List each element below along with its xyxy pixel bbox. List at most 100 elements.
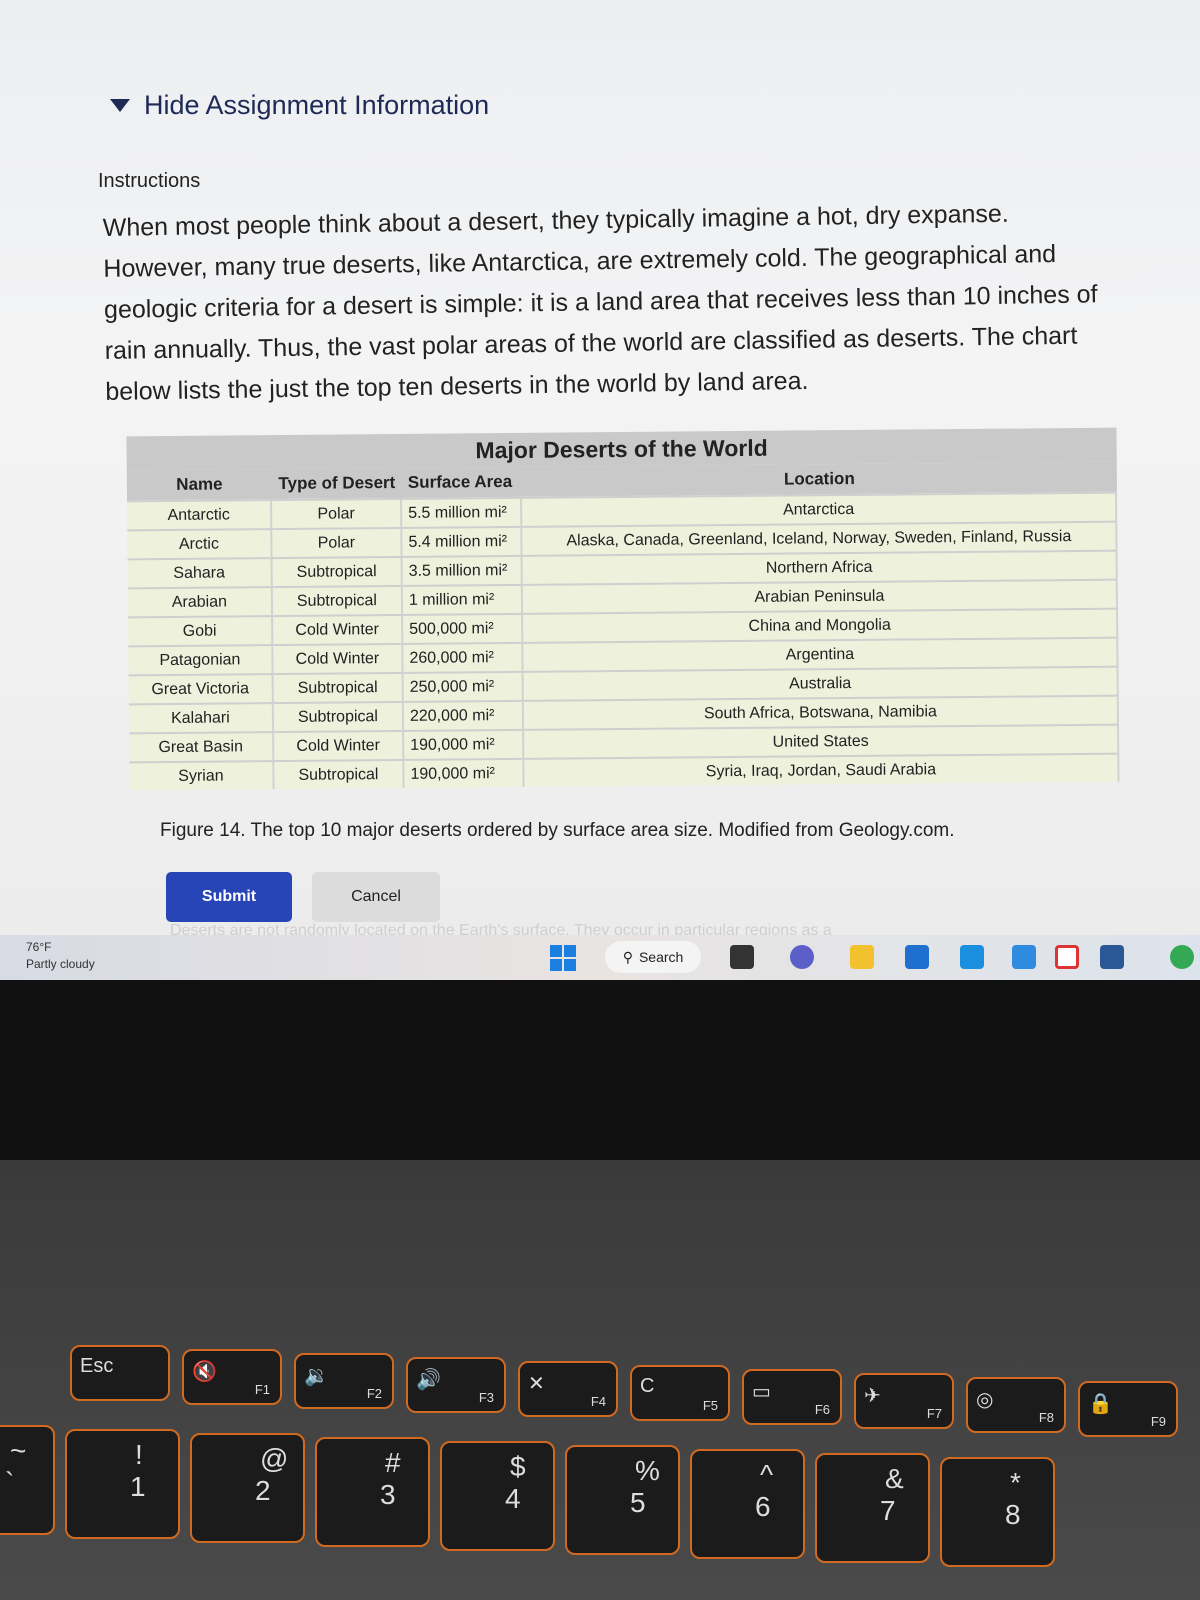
- function-key[interactable]: ✕ F4: [518, 1361, 618, 1417]
- key-shift-label: %: [635, 1455, 660, 1486]
- gmail-icon[interactable]: [1055, 945, 1079, 969]
- key-shift-label: $: [510, 1451, 526, 1482]
- table-cell: Subtropical: [272, 557, 403, 587]
- taskbar: 76°F Partly cloudy ⚲ Search: [0, 935, 1200, 980]
- temperature: 76°F: [26, 940, 52, 954]
- table-cell: Syrian: [129, 762, 275, 791]
- table-cell: 190,000 mi²: [404, 759, 525, 788]
- key-sublabel: F4: [590, 1394, 606, 1409]
- key-label: 7: [880, 1495, 896, 1526]
- key-sublabel: F1: [254, 1382, 270, 1397]
- number-key[interactable]: @2: [190, 1433, 305, 1543]
- key-label: `: [5, 1467, 15, 1498]
- key-sublabel: F3: [478, 1390, 494, 1405]
- toggle-label: Hide Assignment Information: [144, 90, 490, 120]
- table-cell: Gobi: [128, 617, 274, 646]
- number-key[interactable]: ^ 6: [690, 1449, 805, 1559]
- number-key[interactable]: ~ `: [0, 1425, 55, 1535]
- instructions-text: When most people think about a desert, t…: [102, 199, 1098, 406]
- key-shift-label: ^: [760, 1459, 774, 1490]
- key-label: ▭: [752, 1381, 771, 1403]
- column-header: Type of Desert: [278, 472, 396, 494]
- task-view-icon[interactable]: [730, 945, 754, 969]
- key-label: 🔊: [416, 1369, 441, 1391]
- key-sublabel: F9: [1150, 1414, 1166, 1429]
- number-key[interactable]: % 5: [565, 1445, 680, 1555]
- table-cell: Cold Winter: [273, 615, 404, 645]
- key-shift-label: *: [1010, 1467, 1021, 1498]
- table-cell: Arctic: [127, 530, 273, 559]
- table-cell: Subtropical: [273, 673, 404, 703]
- key-label: 🔇: [192, 1361, 217, 1383]
- function-key[interactable]: 🔉 F2: [294, 1353, 394, 1409]
- cancel-button[interactable]: Cancel: [312, 872, 440, 922]
- function-key[interactable]: C F5: [630, 1365, 730, 1421]
- table-cell: Polar: [272, 528, 403, 558]
- table-cell: Syria, Iraq, Jordan, Saudi Arabia: [524, 754, 1120, 787]
- function-key[interactable]: ◎ F8: [966, 1377, 1066, 1433]
- number-key[interactable]: #3: [315, 1437, 430, 1547]
- key-label: 5: [630, 1487, 646, 1518]
- key-label: ◎: [976, 1389, 994, 1411]
- store-icon[interactable]: [905, 945, 929, 969]
- table-cell: Arabian Peninsula: [522, 580, 1119, 613]
- chrome-icon[interactable]: [1170, 945, 1194, 969]
- function-key[interactable]: ▭ F6: [742, 1369, 842, 1425]
- table-cell: 5.4 million mi²: [402, 527, 523, 556]
- key-sublabel: F8: [1038, 1410, 1054, 1425]
- key-label: 8: [1005, 1499, 1021, 1530]
- table-cell: Cold Winter: [274, 731, 405, 761]
- table-cell: 260,000 mi²: [403, 643, 524, 672]
- table-cell: South Africa, Botswana, Namibia: [523, 696, 1120, 729]
- key-label: 3: [380, 1479, 396, 1510]
- word-icon[interactable]: [1100, 945, 1124, 969]
- table-cell: Northern Africa: [522, 551, 1118, 584]
- number-key[interactable]: * 8: [940, 1457, 1055, 1567]
- windows-start-icon[interactable]: [550, 945, 576, 971]
- table-cell: Kalahari: [128, 704, 275, 733]
- table-cell: China and Mongolia: [523, 609, 1119, 642]
- table-cell: Antarctic: [127, 501, 273, 530]
- weather-widget[interactable]: 76°F Partly cloudy: [26, 939, 95, 973]
- table-cell: Subtropical: [273, 702, 405, 732]
- app-l-icon[interactable]: [1012, 945, 1036, 969]
- submit-button[interactable]: Submit: [166, 872, 292, 922]
- number-key[interactable]: $4: [440, 1441, 555, 1551]
- table-cell: Arabian: [127, 588, 274, 617]
- table-cell: 220,000 mi²: [403, 701, 525, 730]
- column-header: Name: [176, 474, 223, 494]
- hide-assignment-toggle[interactable]: Hide Assignment Information: [110, 90, 489, 121]
- number-key[interactable]: & 7: [815, 1453, 930, 1563]
- file-explorer-icon[interactable]: [850, 945, 874, 969]
- table-cell: Subtropical: [274, 760, 405, 790]
- table-cell: Polar: [272, 499, 403, 529]
- mail-icon[interactable]: [960, 945, 984, 969]
- key-label: 4: [505, 1483, 521, 1514]
- function-key[interactable]: 🔇 F1: [182, 1349, 282, 1405]
- key-label: 🔒: [1088, 1393, 1113, 1415]
- key-sublabel: F6: [814, 1402, 830, 1417]
- key-label: ✈: [864, 1385, 881, 1407]
- function-key[interactable]: Esc: [70, 1345, 170, 1401]
- table-cell: Great Victoria: [128, 675, 274, 704]
- table-cell: 5.5 million mi²: [402, 498, 523, 527]
- key-label: ✕: [528, 1373, 545, 1395]
- table-cell: Australia: [523, 667, 1119, 700]
- key-sublabel: F2: [366, 1386, 382, 1401]
- key-sublabel: F5: [702, 1398, 718, 1413]
- table-cell: Cold Winter: [273, 644, 404, 674]
- key-label: 🔉: [304, 1365, 329, 1387]
- instructions-heading: Instructions: [98, 170, 201, 192]
- caret-down-icon: [110, 99, 130, 112]
- figure-caption: Figure 14. The top 10 major deserts orde…: [160, 820, 955, 841]
- number-key[interactable]: ! 1: [65, 1429, 180, 1539]
- taskbar-search[interactable]: ⚲ Search: [605, 941, 701, 973]
- function-key[interactable]: ✈ F7: [854, 1373, 954, 1429]
- table-cell: Patagonian: [128, 646, 274, 675]
- teams-icon[interactable]: [790, 945, 814, 969]
- table-cell: Alaska, Canada, Greenland, Iceland, Norw…: [522, 522, 1118, 555]
- table-cell: 500,000 mi²: [403, 614, 524, 643]
- function-key[interactable]: 🔒 F9: [1078, 1381, 1178, 1437]
- function-key[interactable]: 🔊 F3: [406, 1357, 506, 1413]
- table-cell: Sahara: [127, 559, 273, 588]
